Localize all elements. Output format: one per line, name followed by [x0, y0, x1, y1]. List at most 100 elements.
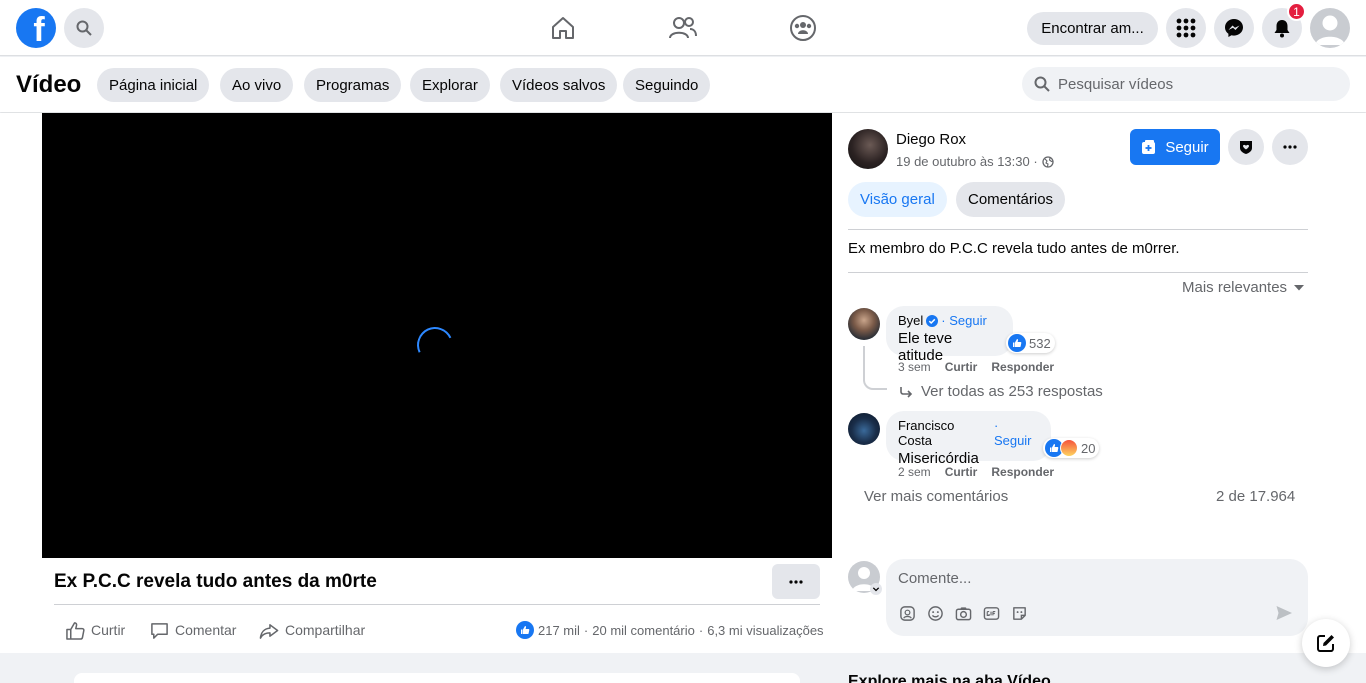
find-friends-button[interactable]: Encontrar am... [1027, 12, 1158, 45]
messenger-button[interactable] [1214, 8, 1254, 48]
stats-separator: · [583, 622, 589, 638]
related-videos-card [74, 673, 800, 683]
more-dots-icon [1283, 145, 1297, 149]
emoji-icon[interactable] [926, 604, 944, 622]
post-more-button[interactable] [772, 564, 820, 599]
comment-meta: 3 sem Curtir Responder [898, 360, 1054, 374]
comment-placeholder: Comente... [898, 570, 972, 587]
default-avatar-icon [1315, 15, 1345, 45]
comment-time[interactable]: 2 sem [898, 465, 931, 479]
comment-reactions[interactable]: 20 [1043, 438, 1100, 458]
comment-label: Comentar [175, 622, 237, 638]
top-navigation-bar: f Encontrar am... 1 [0, 0, 1366, 56]
follow-label: Seguir [1165, 138, 1209, 156]
page-title: Vídeo [16, 71, 82, 98]
share-icon [259, 623, 279, 639]
video-description: Ex membro do P.C.C revela tudo antes de … [848, 240, 1180, 257]
video-section-header: Vídeo Página inicial Ao vivo Programas E… [0, 57, 1366, 112]
sticker-icon[interactable] [1010, 604, 1028, 622]
tab-overview[interactable]: Visão geral [848, 182, 947, 217]
comment-reactions[interactable]: 532 [1006, 333, 1055, 353]
chip-live[interactable]: Ao vivo [220, 68, 294, 102]
video-search-input[interactable]: Pesquisar vídeos [1022, 67, 1350, 101]
grid-menu-icon [1176, 18, 1196, 38]
nav-friends[interactable] [627, 0, 739, 56]
post-date: 19 de outubro às 13:30 · [896, 154, 1054, 169]
view-count: 6,3 mi visualizações [707, 622, 824, 638]
chip-explore[interactable]: Explorar [410, 68, 490, 102]
compose-icon [1317, 635, 1334, 652]
notification-badge: 1 [1287, 2, 1306, 21]
author-name[interactable]: Diego Rox [896, 131, 966, 148]
post-date-text[interactable]: 19 de outubro às 13:30 · [896, 154, 1038, 169]
gif-icon[interactable] [982, 604, 1000, 622]
thumbs-up-icon [66, 621, 85, 640]
comment-meta: 2 sem Curtir Responder [898, 465, 1054, 479]
comment-text: Ele teve atitude [898, 330, 953, 364]
share-button[interactable]: Compartilhar [259, 619, 365, 641]
comment-like-link[interactable]: Curtir [945, 360, 978, 374]
follow-button[interactable]: Seguir [1130, 129, 1220, 165]
comment-count[interactable]: 20 mil comentário [592, 623, 695, 638]
verified-badge-icon [926, 314, 939, 327]
search-icon [76, 20, 92, 36]
commenter-follow-link[interactable]: · Seguir [994, 418, 1039, 448]
explore-heading: Explore mais na aba Vídeo [848, 673, 1051, 683]
comment-time[interactable]: 3 sem [898, 360, 931, 374]
comment-reply-link[interactable]: Responder [991, 360, 1054, 374]
comment-like-link[interactable]: Curtir [945, 465, 978, 479]
like-reaction-icon [1008, 334, 1026, 352]
save-video-button[interactable] [1228, 129, 1264, 165]
commenter-name[interactable]: Byel [898, 313, 923, 328]
comment-bubble: Francisco Costa · Seguir Misericórdia [886, 411, 1051, 467]
globe-icon [1042, 155, 1054, 168]
section-divider [848, 272, 1308, 273]
reaction-count: 20 [1081, 440, 1096, 456]
more-dots-icon [789, 579, 803, 584]
post-divider [54, 604, 820, 605]
comment-tools [898, 604, 1028, 622]
bell-icon [1274, 20, 1290, 38]
view-replies-label: Ver todas as 253 respostas [921, 383, 1103, 400]
avatar-sticker-icon[interactable] [898, 604, 916, 622]
commenter-follow-link[interactable]: · Seguir [941, 313, 987, 328]
like-button[interactable]: Curtir [66, 619, 125, 641]
chevron-down-icon[interactable] [870, 583, 882, 595]
video-title: Ex P.C.C revela tudo antes da m0rte [54, 571, 377, 592]
commenter-avatar[interactable] [848, 308, 880, 340]
like-count[interactable]: 217 mil [538, 623, 580, 638]
shield-icon [1240, 141, 1252, 154]
view-more-comments-link[interactable]: Ver mais comentários [864, 488, 1008, 505]
author-more-button[interactable] [1272, 129, 1308, 165]
stats-separator: · [698, 622, 704, 638]
chip-following[interactable]: Seguindo [623, 68, 711, 102]
reaction-count: 532 [1029, 335, 1051, 351]
post-stats: 217 mil · 20 mil comentário · 6,3 mi vis… [516, 619, 824, 641]
account-avatar[interactable] [1310, 8, 1350, 48]
author-avatar[interactable] [848, 129, 888, 169]
comment-sort-dropdown[interactable]: Mais relevantes [1182, 279, 1305, 296]
groups-icon [790, 15, 816, 41]
tab-comments[interactable]: Comentários [956, 182, 1066, 217]
comment-reply-link[interactable]: Responder [991, 465, 1054, 479]
nav-groups[interactable] [747, 0, 859, 56]
nav-home[interactable] [507, 0, 619, 56]
new-message-button[interactable] [1302, 619, 1350, 667]
view-replies-link[interactable]: Ver todas as 253 respostas [899, 383, 1103, 400]
caret-down-icon [1294, 284, 1305, 290]
comment-button[interactable]: Comentar [150, 619, 236, 641]
facebook-logo[interactable]: f [16, 8, 56, 48]
chip-shows[interactable]: Programas [304, 68, 402, 102]
section-divider [848, 229, 1308, 230]
chip-home[interactable]: Página inicial [97, 68, 210, 102]
chip-saved-videos[interactable]: Vídeos salvos [500, 68, 618, 102]
reply-thread-line [863, 346, 887, 390]
send-icon[interactable] [1275, 604, 1293, 622]
commenter-name[interactable]: Francisco Costa [898, 418, 991, 448]
messenger-icon [1225, 19, 1243, 37]
menu-button[interactable] [1166, 8, 1206, 48]
camera-icon[interactable] [954, 604, 972, 622]
commenter-avatar[interactable] [848, 413, 880, 445]
search-button[interactable] [64, 8, 104, 48]
like-label: Curtir [91, 622, 126, 638]
